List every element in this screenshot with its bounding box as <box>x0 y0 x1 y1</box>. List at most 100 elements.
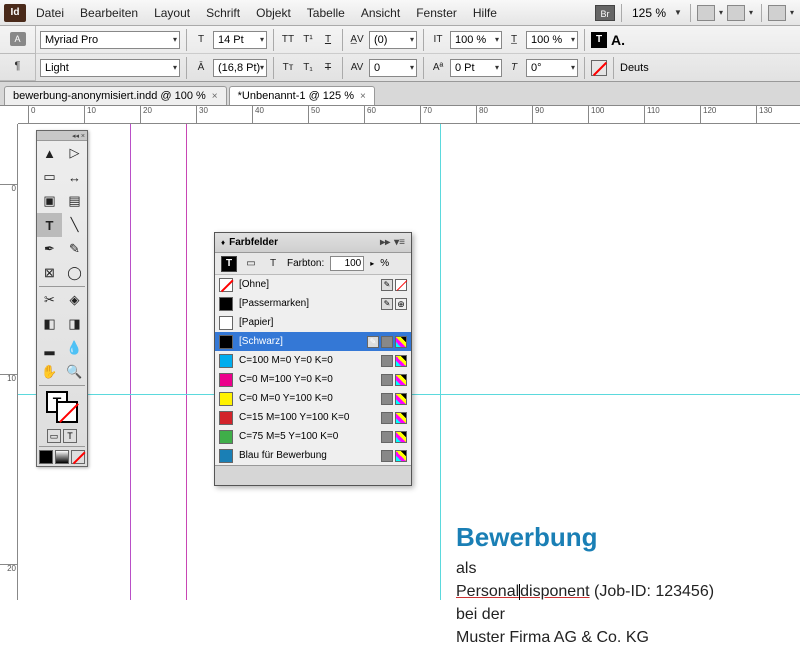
smallcaps-icon[interactable]: Tᴛ <box>280 60 296 76</box>
subscript-icon[interactable]: T₁ <box>300 60 316 76</box>
swatches-panel: ♦ Farbfelder ▸▸ ▾≡ T ▭ T Farbton: ▸ % [O… <box>214 232 412 486</box>
character-formatting-button[interactable]: A <box>0 26 35 54</box>
eyedropper-tool[interactable]: 💧 <box>62 336 87 360</box>
allcaps-icon[interactable]: TT <box>280 32 296 48</box>
apply-gradient-button[interactable] <box>55 450 69 464</box>
apply-color-button[interactable] <box>39 450 53 464</box>
leading-icon: Ā <box>193 60 209 76</box>
close-tab-icon[interactable]: × <box>360 91 366 102</box>
tracking-input[interactable]: 0▾ <box>369 59 417 77</box>
scissors-tool[interactable]: ✂ <box>37 288 62 312</box>
swatch-row[interactable]: C=0 M=0 Y=100 K=0 <box>215 389 411 408</box>
menu-schrift[interactable]: Schrift <box>198 3 248 23</box>
format-text-button[interactable]: T <box>63 429 77 443</box>
stroke-none-icon[interactable] <box>591 60 607 76</box>
menu-hilfe[interactable]: Hilfe <box>465 3 505 23</box>
text-frame[interactable]: Bewerbung als Personaldisponent (Job-ID:… <box>456 522 714 649</box>
content-placer-tool[interactable]: ▤ <box>62 189 87 213</box>
zoom-tool[interactable]: 🔍 <box>62 360 87 384</box>
document-tabs: bewerbung-anonymisiert.indd @ 100 %×*Unb… <box>0 82 800 106</box>
tint-label: Farbton: <box>287 258 324 269</box>
tint-arrow-icon[interactable]: ▸ <box>370 259 374 268</box>
panel-collapse-icon[interactable]: ◂◂ × <box>37 131 87 141</box>
leading-input[interactable]: (16,8 Pt)▾ <box>213 59 267 77</box>
pencil-tool[interactable]: ✎ <box>62 237 87 261</box>
tint-input[interactable] <box>330 256 364 271</box>
free-transform-tool[interactable]: ◈ <box>62 288 87 312</box>
fill-stroke-swatch[interactable]: T <box>37 387 87 427</box>
chevron-down-icon[interactable]: ▼ <box>672 8 684 17</box>
menu-tabelle[interactable]: Tabelle <box>299 3 353 23</box>
direct-selection-tool[interactable]: ▷ <box>62 141 87 165</box>
close-tab-icon[interactable]: × <box>212 91 218 102</box>
swatch-row[interactable]: C=0 M=100 Y=0 K=0 <box>215 370 411 389</box>
swatch-row[interactable]: Blau für Bewerbung <box>215 446 411 465</box>
kerning-input[interactable]: (0)▾ <box>369 31 417 49</box>
tracking-icon: AV <box>349 60 365 76</box>
bridge-button[interactable]: Br <box>595 5 615 21</box>
line-tool[interactable]: ╲ <box>62 213 87 237</box>
panel-toggle-icon[interactable]: ♦ <box>221 238 225 247</box>
guide-vertical[interactable] <box>440 124 441 600</box>
swatch-row[interactable]: [Schwarz]✎ <box>215 332 411 351</box>
superscript-icon[interactable]: T¹ <box>300 32 316 48</box>
char-style-icon[interactable]: A. <box>611 32 625 48</box>
content-collector-tool[interactable]: ▣ <box>37 189 62 213</box>
frame-indicator-icon[interactable]: ▭ <box>243 256 259 272</box>
panel-footer <box>215 465 411 485</box>
text-indicator-icon[interactable]: T <box>265 256 281 272</box>
hand-tool[interactable]: ✋ <box>37 360 62 384</box>
fill-color-icon[interactable]: T <box>591 32 607 48</box>
view-options-icon[interactable] <box>697 5 715 21</box>
process-icon <box>381 355 393 367</box>
selection-tool[interactable]: ▲ <box>37 141 62 165</box>
swatch-row[interactable]: [Passermarken]✎⊕ <box>215 294 411 313</box>
font-family-select[interactable]: Myriad Pro▾ <box>40 31 180 49</box>
menu-layout[interactable]: Layout <box>146 3 198 23</box>
panel-tabs-icon[interactable]: ▸▸ <box>380 237 390 248</box>
arrange-icon[interactable] <box>768 5 786 21</box>
note-tool[interactable]: ▂ <box>37 336 62 360</box>
language-select[interactable]: Deuts <box>620 62 649 74</box>
skew-input[interactable]: 0°▾ <box>526 59 578 77</box>
underline-icon[interactable]: T <box>320 32 336 48</box>
doc-line: Muster Firma AG & Co. KG <box>456 626 714 649</box>
screen-mode-icon[interactable] <box>727 5 745 21</box>
hscale-input[interactable]: 100 %▾ <box>526 31 578 49</box>
gradient-feather-tool[interactable]: ◨ <box>62 312 87 336</box>
gradient-swatch-tool[interactable]: ◧ <box>37 312 62 336</box>
vscale-input[interactable]: 100 %▾ <box>450 31 502 49</box>
apply-none-button[interactable] <box>71 450 85 464</box>
menu-fenster[interactable]: Fenster <box>408 3 465 23</box>
tint-percent: % <box>380 258 389 269</box>
swatch-row[interactable]: C=75 M=5 Y=100 K=0 <box>215 427 411 446</box>
swatch-row[interactable]: C=15 M=100 Y=100 K=0 <box>215 408 411 427</box>
gap-tool[interactable]: ↔ <box>62 165 87 189</box>
format-container-button[interactable]: ▭ <box>47 429 61 443</box>
fill-indicator-icon[interactable]: T <box>221 256 237 272</box>
strikethrough-icon[interactable]: T <box>320 60 336 76</box>
swatch-row[interactable]: [Papier] <box>215 313 411 332</box>
ellipse-tool[interactable]: ◯ <box>62 261 87 285</box>
panel-menu-icon[interactable]: ▾≡ <box>394 237 405 248</box>
horizontal-ruler: 0102030405060708090100110120130 <box>18 106 800 124</box>
font-weight-select[interactable]: Light▾ <box>40 59 180 77</box>
rectangle-frame-tool[interactable]: ⊠ <box>37 261 62 285</box>
document-tab[interactable]: *Unbenannt-1 @ 125 %× <box>229 86 375 105</box>
swatch-row[interactable]: [Ohne]✎ <box>215 275 411 294</box>
menu-datei[interactable]: Datei <box>28 3 72 23</box>
menu-ansicht[interactable]: Ansicht <box>353 3 408 23</box>
swatch-row[interactable]: C=100 M=0 Y=0 K=0 <box>215 351 411 370</box>
menu-objekt[interactable]: Objekt <box>248 3 299 23</box>
zoom-level[interactable]: 125 % <box>628 6 670 20</box>
page-tool[interactable]: ▭ <box>37 165 62 189</box>
baseline-icon: Aª <box>430 60 446 76</box>
pen-tool[interactable]: ✒ <box>37 237 62 261</box>
type-tool[interactable]: T <box>37 213 62 237</box>
menu-bearbeiten[interactable]: Bearbeiten <box>72 3 146 23</box>
font-size-input[interactable]: 14 Pt▾ <box>213 31 267 49</box>
document-tab[interactable]: bewerbung-anonymisiert.indd @ 100 %× <box>4 86 227 105</box>
paragraph-formatting-button[interactable]: ¶ <box>0 54 35 82</box>
cmyk-icon <box>395 374 407 386</box>
baseline-input[interactable]: 0 Pt▾ <box>450 59 502 77</box>
